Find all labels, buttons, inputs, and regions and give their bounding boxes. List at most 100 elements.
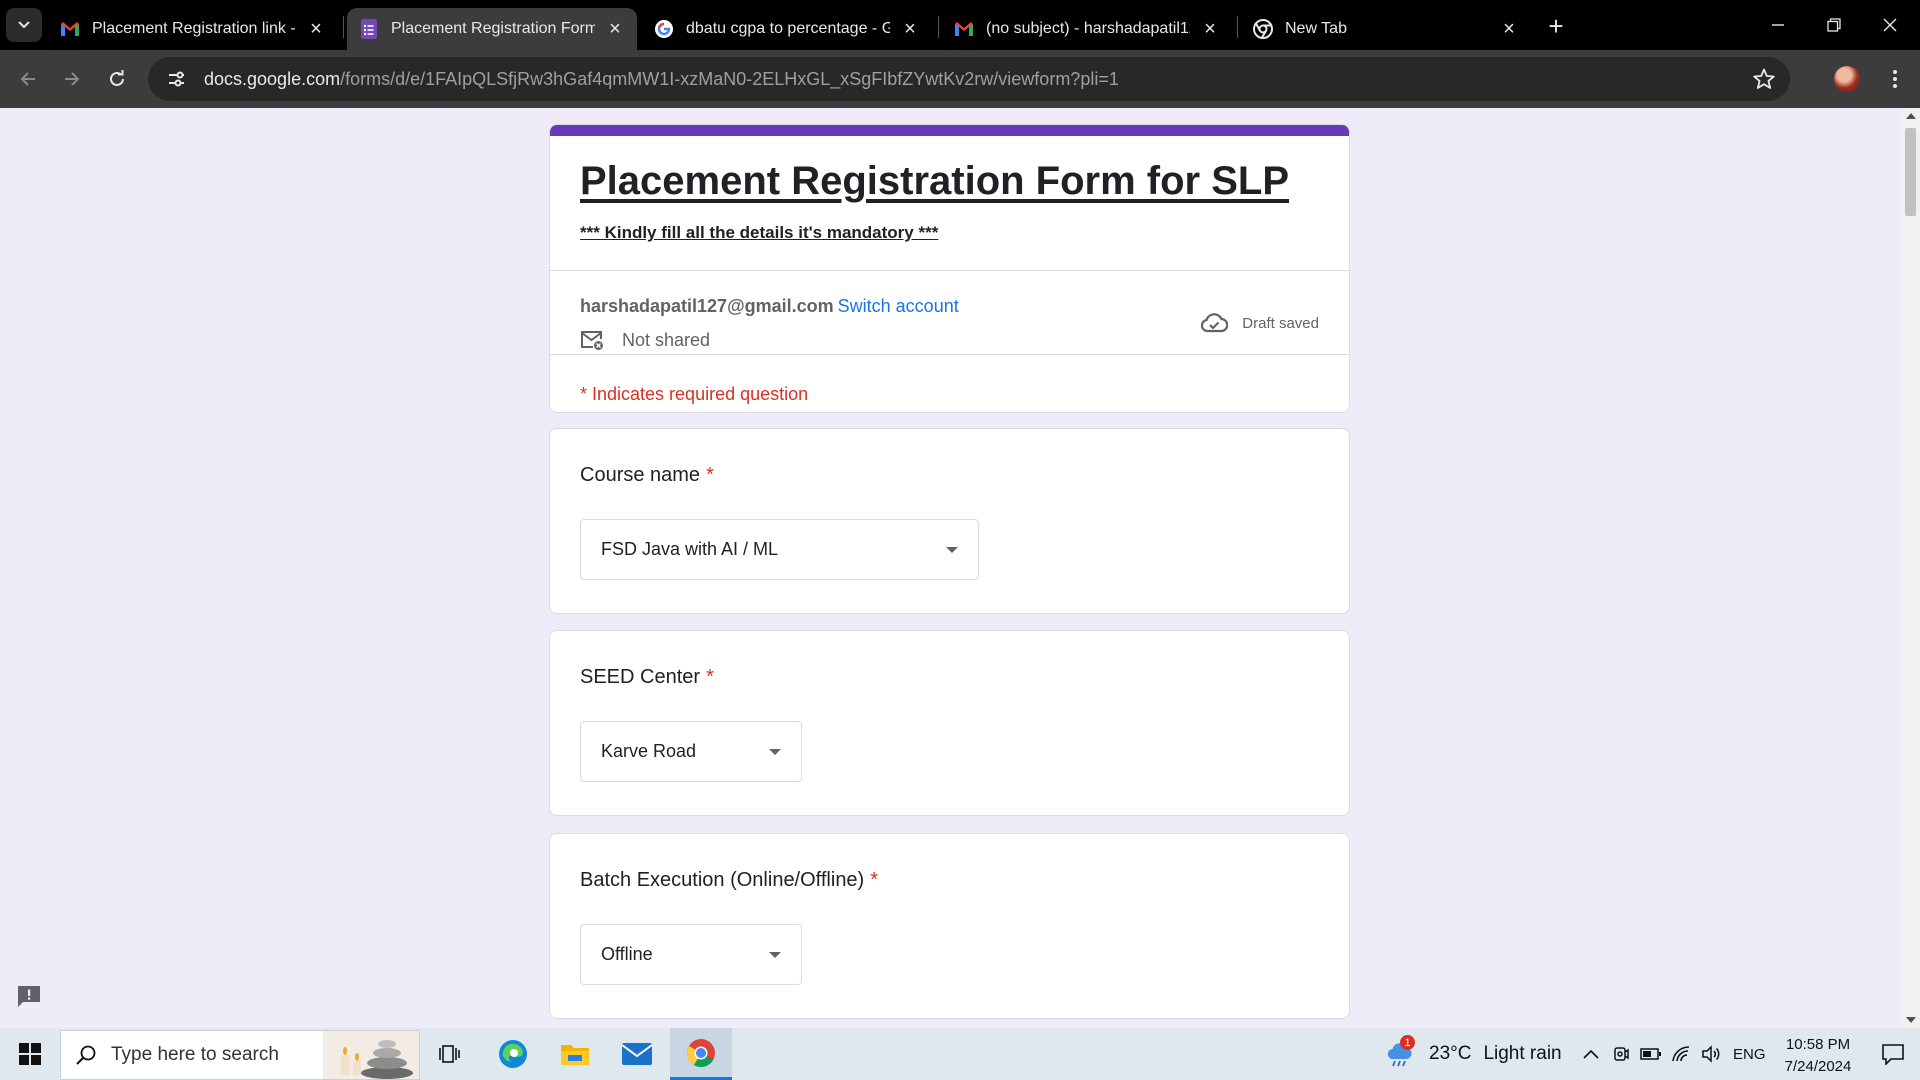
report-feedback-button[interactable]	[14, 981, 44, 1011]
bookmark-star-icon[interactable]	[1752, 67, 1776, 91]
show-hidden-icons-button[interactable]	[1577, 1028, 1605, 1080]
taskbar-search-box[interactable]: Type here to search	[60, 1030, 420, 1080]
scrollbar-thumb[interactable]	[1905, 128, 1916, 216]
webcam-icon	[1614, 1047, 1629, 1061]
not-shared-label: Not shared	[622, 329, 711, 350]
form-description: *** Kindly fill all the details it's man…	[580, 223, 939, 242]
close-icon[interactable]: ×	[605, 18, 625, 40]
question-title: Batch Execution (Online/Offline) *	[580, 869, 878, 892]
taskbar-edge[interactable]	[482, 1028, 544, 1080]
chevron-up-icon	[1583, 1049, 1599, 1059]
url-path: /forms/d/e/1FAIpQLSfjRw3hGaf4qmMW1I-xzMa…	[340, 68, 1119, 89]
site-info-icon[interactable]	[156, 59, 196, 99]
profile-avatar[interactable]	[1834, 66, 1860, 92]
divider	[550, 354, 1349, 355]
account-email: harshadapatil127@gmail.com	[580, 296, 834, 316]
meet-now-button[interactable]	[1607, 1028, 1635, 1080]
search-placeholder: Type here to search	[111, 1044, 279, 1065]
tab-title: Placement Registration link - SL	[92, 20, 296, 37]
taskbar-file-explorer[interactable]	[544, 1028, 606, 1080]
restore-button[interactable]	[1806, 0, 1862, 50]
form-title: Placement Registration Form for SLP	[580, 159, 1290, 203]
tab-title: New Tab	[1285, 20, 1347, 37]
mail-icon	[621, 1043, 653, 1065]
form-accent-bar	[550, 125, 1349, 136]
page-scrollbar[interactable]	[1901, 108, 1920, 1028]
new-tab-button[interactable]: +	[1540, 10, 1572, 42]
action-center-button[interactable]	[1866, 1028, 1920, 1080]
browser-menu-button[interactable]	[1880, 64, 1910, 94]
battery-button[interactable]	[1637, 1028, 1665, 1080]
tab-new-tab[interactable]: New Tab ×	[1241, 8, 1531, 50]
input-language[interactable]: ENG	[1733, 1028, 1766, 1080]
close-icon[interactable]: ×	[900, 18, 920, 40]
taskbar-chrome[interactable]	[670, 1028, 732, 1080]
dropdown-arrow-icon	[946, 547, 958, 553]
minimize-icon	[1772, 24, 1784, 26]
form-header-card: Placement Registration Form for SLP *** …	[549, 124, 1350, 413]
volume-button[interactable]	[1697, 1028, 1725, 1080]
chrome-icon	[687, 1038, 715, 1067]
back-button[interactable]	[8, 59, 48, 99]
feedback-icon	[18, 986, 40, 1007]
dropdown-arrow-icon	[769, 749, 781, 755]
tab-no-subject-mail[interactable]: (no subject) - harshadapatil127 ×	[942, 8, 1232, 50]
switch-account-link[interactable]: Switch account	[838, 296, 959, 316]
tab-divider	[1237, 16, 1238, 38]
weather-widget[interactable]: 1 23°C Light rain	[1385, 1028, 1562, 1080]
mail-not-shared-icon	[581, 331, 603, 350]
close-icon	[1883, 18, 1897, 32]
weather-condition: Light rain	[1483, 1043, 1562, 1064]
form-page: Placement Registration Form for SLP *** …	[0, 108, 1920, 1028]
tab-dbatu-search[interactable]: dbatu cgpa to percentage - Goo ×	[642, 8, 932, 50]
system-clock[interactable]: 10:58 PM 7/24/2024	[1770, 1034, 1866, 1078]
search-highlight-image	[323, 1031, 419, 1079]
forward-arrow-icon	[65, 72, 80, 86]
reload-button[interactable]	[97, 59, 137, 99]
taskbar-mail[interactable]	[606, 1028, 668, 1080]
windows-logo-icon	[19, 1043, 41, 1065]
task-view-icon	[439, 1045, 460, 1063]
minimize-button[interactable]	[1750, 0, 1806, 50]
question-label: Course name	[580, 464, 701, 486]
weather-cloud-rain-icon: 1	[1385, 1035, 1415, 1067]
seed-center-dropdown[interactable]: Karve Road	[580, 721, 802, 782]
tab-search-button[interactable]	[6, 8, 42, 42]
gmail-icon	[954, 19, 974, 39]
email-sharing-status: Not shared	[580, 329, 710, 351]
chrome-icon	[1253, 19, 1273, 39]
google-icon	[654, 19, 674, 39]
more-vert-icon	[1893, 70, 1897, 88]
close-window-button[interactable]	[1862, 0, 1918, 50]
chevron-down-icon	[18, 21, 30, 29]
network-button[interactable]	[1667, 1028, 1695, 1080]
scroll-down-arrow-icon[interactable]	[1906, 1017, 1916, 1023]
folder-icon	[561, 1045, 589, 1065]
question-title: Course name *	[580, 464, 714, 487]
tab-divider	[343, 16, 344, 38]
address-bar[interactable]: docs.google.com/forms/d/e/1FAIpQLSfjRw3h…	[148, 57, 1790, 101]
tab-placement-link[interactable]: Placement Registration link - SL ×	[48, 8, 338, 50]
task-view-button[interactable]	[419, 1028, 481, 1080]
tab-placement-form[interactable]: Placement Registration Form fo ×	[347, 8, 637, 50]
required-asterisk: *	[706, 666, 714, 688]
close-icon[interactable]: ×	[1499, 18, 1519, 40]
question-title: SEED Center *	[580, 666, 714, 689]
question-card-seed-center: SEED Center * Karve Road	[549, 630, 1350, 816]
question-card-batch-execution: Batch Execution (Online/Offline) * Offlin…	[549, 833, 1350, 1019]
start-button[interactable]	[0, 1028, 60, 1080]
required-asterisk: *	[870, 869, 879, 891]
plus-icon: +	[1548, 10, 1564, 41]
dropdown-selected-value: Offline	[601, 944, 653, 964]
url-host: docs.google.com	[204, 68, 341, 89]
draft-saved-label: Draft saved	[1242, 314, 1319, 332]
batch-execution-dropdown[interactable]: Offline	[580, 924, 802, 985]
scroll-up-arrow-icon[interactable]	[1906, 113, 1916, 119]
close-icon[interactable]: ×	[1200, 18, 1220, 40]
tab-title: Placement Registration Form fo	[391, 20, 595, 37]
cloud-done-icon	[1201, 313, 1229, 333]
url-text: docs.google.com/forms/d/e/1FAIpQLSfjRw3h…	[204, 69, 1119, 90]
course-name-dropdown[interactable]: FSD Java with AI / ML	[580, 519, 979, 580]
forward-button[interactable]	[52, 59, 92, 99]
close-icon[interactable]: ×	[306, 18, 326, 40]
